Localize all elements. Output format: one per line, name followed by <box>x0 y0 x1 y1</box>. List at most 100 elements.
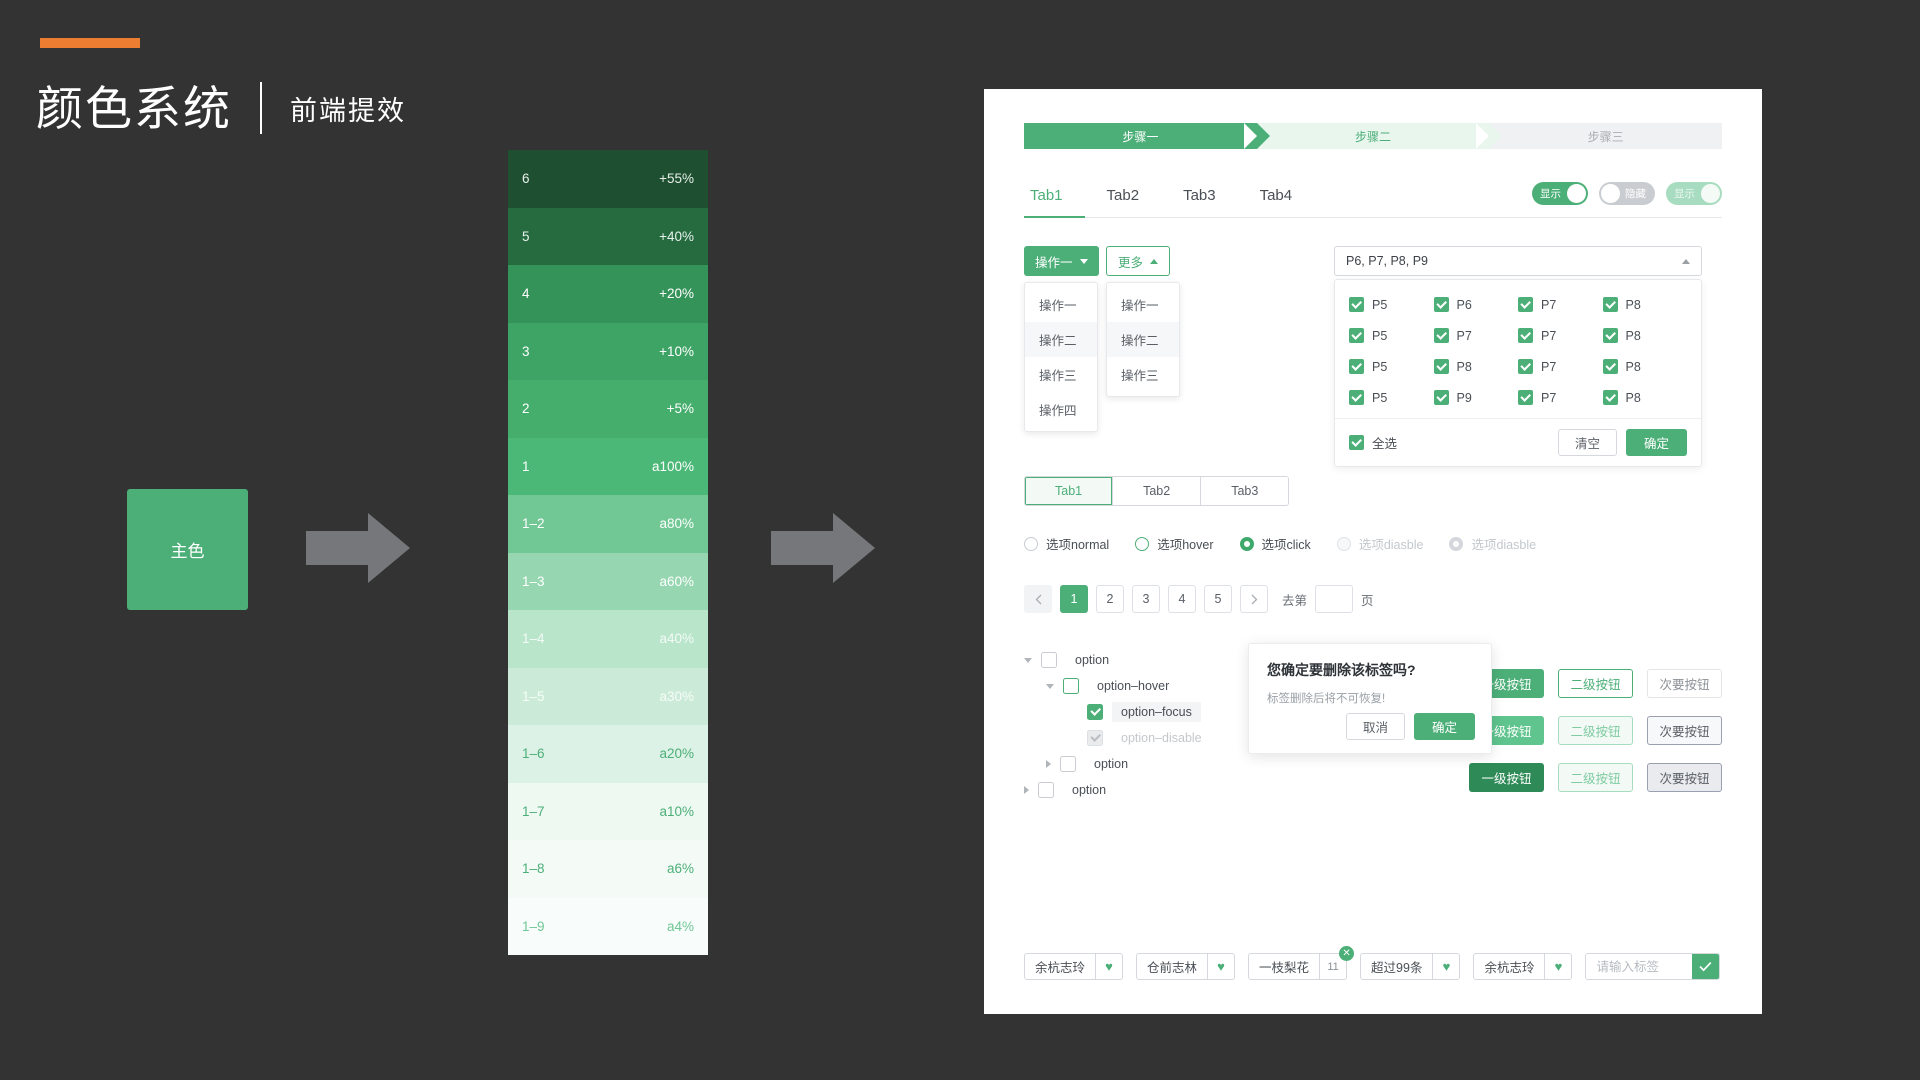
multiselect-panel: P5 P6 P7 P8 P5 P7 P7 P8 P5 P8 P7 P8 P5 P9 P7 P8 全选 清空 确… <box>1334 279 1702 467</box>
palette-step-label: 1–3 <box>522 573 545 589</box>
radio-label: 选项normal <box>1046 538 1110 552</box>
multiselect-field[interactable]: P6, P7, P8, P9 <box>1334 246 1702 276</box>
checkbox-icon[interactable] <box>1060 756 1076 772</box>
pagination-page-button[interactable]: 2 <box>1096 585 1124 613</box>
chevron-down-icon[interactable] <box>1046 683 1054 689</box>
checkbox-icon[interactable] <box>1087 704 1103 720</box>
heart-icon[interactable]: ♥ <box>1432 954 1459 979</box>
multiselect-option[interactable]: P5 <box>1349 297 1434 312</box>
radio-option[interactable]: 选项normal <box>1024 534 1109 553</box>
menu-item[interactable]: 操作一 <box>1025 287 1097 322</box>
pagination-page-button[interactable]: 3 <box>1132 585 1160 613</box>
tab-tab1[interactable]: Tab1 <box>1024 187 1085 218</box>
multiselect-option[interactable]: P8 <box>1602 359 1688 374</box>
confirm-button[interactable]: 确定 <box>1625 429 1687 456</box>
toggle-switch[interactable]: 隐藏 <box>1599 182 1655 205</box>
toggle-switch[interactable]: 显示 <box>1532 182 1588 205</box>
multiselect-option[interactable]: P7 <box>1518 390 1603 405</box>
multiselect-option[interactable]: P8 <box>1602 297 1688 312</box>
checkbox-icon[interactable] <box>1063 678 1079 694</box>
tag-item[interactable]: 余杭志玲 ♥ <box>1024 953 1124 980</box>
multiselect-option[interactable]: P5 <box>1349 359 1434 374</box>
dialog-cancel-button[interactable]: 取消 <box>1345 713 1405 740</box>
pagination-page-button[interactable]: 4 <box>1168 585 1196 613</box>
dropdown-primary-menu[interactable]: 操作一 操作二 操作三 操作四 <box>1024 282 1098 432</box>
tab-tab3[interactable]: Tab3 <box>1161 187 1238 217</box>
menu-item[interactable]: 操作一 <box>1107 287 1179 322</box>
multiselect-option[interactable]: P7 <box>1518 328 1603 343</box>
multiselect-option[interactable]: P5 <box>1349 390 1434 405</box>
tag-item[interactable]: 超过99条 ♥ <box>1360 953 1461 980</box>
multiselect-option[interactable]: P8 <box>1602 328 1688 343</box>
select-all-checkbox[interactable]: 全选 <box>1349 433 1397 452</box>
toggle-label: 显示 <box>1540 188 1561 200</box>
tag-item[interactable]: 余杭志玲 ♥ <box>1473 953 1573 980</box>
close-icon[interactable]: ✕ <box>1339 946 1355 961</box>
menu-item[interactable]: 操作三 <box>1025 357 1097 392</box>
multiselect-option[interactable]: P9 <box>1433 390 1519 405</box>
chevron-right-icon[interactable] <box>1024 786 1029 794</box>
heart-icon[interactable]: ♥ <box>1207 954 1234 979</box>
multiselect-option[interactable]: P8 <box>1433 359 1519 374</box>
heart-icon[interactable]: ♥ <box>1544 954 1571 979</box>
checkbox-icon <box>1602 297 1618 312</box>
dropdown-more-menu[interactable]: 操作一 操作二 操作三 <box>1106 282 1180 397</box>
radio-option: 选项diasble <box>1449 534 1536 553</box>
chevron-left-icon <box>1035 594 1041 604</box>
pagination-prev-button[interactable] <box>1024 585 1052 613</box>
segmented-tab-tab3[interactable]: Tab3 <box>1201 477 1289 505</box>
chevron-right-icon[interactable] <box>1046 760 1051 768</box>
tab-tab4[interactable]: Tab4 <box>1238 187 1315 217</box>
showcase-button[interactable]: 次要按钮 <box>1647 763 1722 792</box>
radio-option[interactable]: 选项hover <box>1135 534 1214 553</box>
dialog-confirm-button[interactable]: 确定 <box>1413 713 1475 740</box>
tag-item[interactable]: 仓前志林 ♥ <box>1136 953 1236 980</box>
menu-item[interactable]: 操作三 <box>1107 357 1179 392</box>
multiselect-option[interactable]: P6 <box>1433 297 1519 312</box>
tab-tab2[interactable]: Tab2 <box>1085 187 1162 217</box>
multiselect-option[interactable]: P7 <box>1433 328 1519 343</box>
checkbox-icon[interactable] <box>1041 652 1057 668</box>
palette-step-label: 1–8 <box>522 861 545 877</box>
showcase-button[interactable]: 次要按钮 <box>1647 716 1722 745</box>
step-item[interactable]: 步骤二 <box>1256 123 1503 149</box>
pagination-next-button[interactable] <box>1240 585 1268 613</box>
heart-icon[interactable]: ♥ <box>1095 954 1122 979</box>
menu-item[interactable]: 操作二 <box>1107 322 1179 357</box>
menu-item[interactable]: 操作四 <box>1025 392 1097 427</box>
multiselect-option[interactable]: P7 <box>1518 359 1603 374</box>
showcase-button[interactable]: 一级按钮 <box>1469 763 1544 792</box>
segmented-tab-tab1[interactable]: Tab1 <box>1025 477 1114 505</box>
checkbox-icon[interactable] <box>1038 782 1054 798</box>
pagination-page-button[interactable]: 1 <box>1060 585 1088 613</box>
menu-item[interactable]: 操作二 <box>1025 322 1097 357</box>
segmented-tab-tab2[interactable]: Tab2 <box>1113 477 1202 505</box>
multiselect-option-label: P6 <box>1456 297 1472 312</box>
step-item[interactable]: 步骤三 <box>1489 123 1723 149</box>
goto-page-input[interactable] <box>1315 585 1354 613</box>
clear-button[interactable]: 清空 <box>1557 429 1617 456</box>
multiselect-option[interactable]: P7 <box>1518 297 1603 312</box>
tag-input[interactable] <box>1586 954 1693 979</box>
showcase-button[interactable]: 次要按钮 <box>1647 669 1722 698</box>
chevron-down-icon[interactable] <box>1024 657 1032 663</box>
check-icon <box>1699 962 1712 972</box>
radio-option[interactable]: 选项click <box>1239 534 1311 553</box>
tag-item[interactable]: 一枝梨花 11 ✕ <box>1248 946 1355 980</box>
showcase-button[interactable]: 二级按钮 <box>1558 763 1633 792</box>
checkbox-icon <box>1087 730 1103 746</box>
palette-value-label: a40% <box>659 631 694 647</box>
dropdown-more-button[interactable]: 更多 <box>1106 246 1171 276</box>
multiselect-option[interactable]: P8 <box>1602 390 1688 405</box>
showcase-button[interactable]: 二级按钮 <box>1558 669 1633 698</box>
tag-label: 余杭志玲 <box>1484 961 1535 975</box>
showcase-button[interactable]: 二级按钮 <box>1558 716 1633 745</box>
pagination-page-button[interactable]: 5 <box>1204 585 1232 613</box>
tag-label: 仓前志林 <box>1147 961 1198 975</box>
tag-confirm-button[interactable] <box>1692 954 1720 979</box>
step-item[interactable]: 步骤一 <box>1024 123 1270 149</box>
multiselect-option[interactable]: P5 <box>1349 328 1434 343</box>
multiselect-option-label: P9 <box>1456 390 1472 405</box>
palette-swatch: 1–3 a60% <box>508 552 708 610</box>
dropdown-primary-button[interactable]: 操作一 <box>1024 246 1099 276</box>
